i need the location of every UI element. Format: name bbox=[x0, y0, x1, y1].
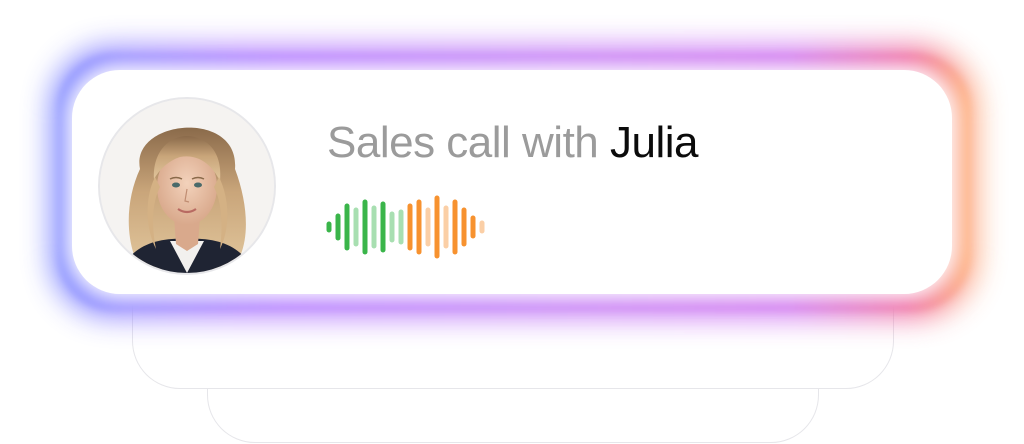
call-title-prefix: Sales call with bbox=[327, 118, 611, 167]
audio-waveform-icon bbox=[326, 195, 485, 259]
avatar bbox=[98, 97, 276, 275]
person-photo-icon bbox=[100, 99, 274, 273]
contact-name: Julia bbox=[610, 118, 699, 167]
call-title: Sales call with Julia bbox=[327, 117, 699, 169]
